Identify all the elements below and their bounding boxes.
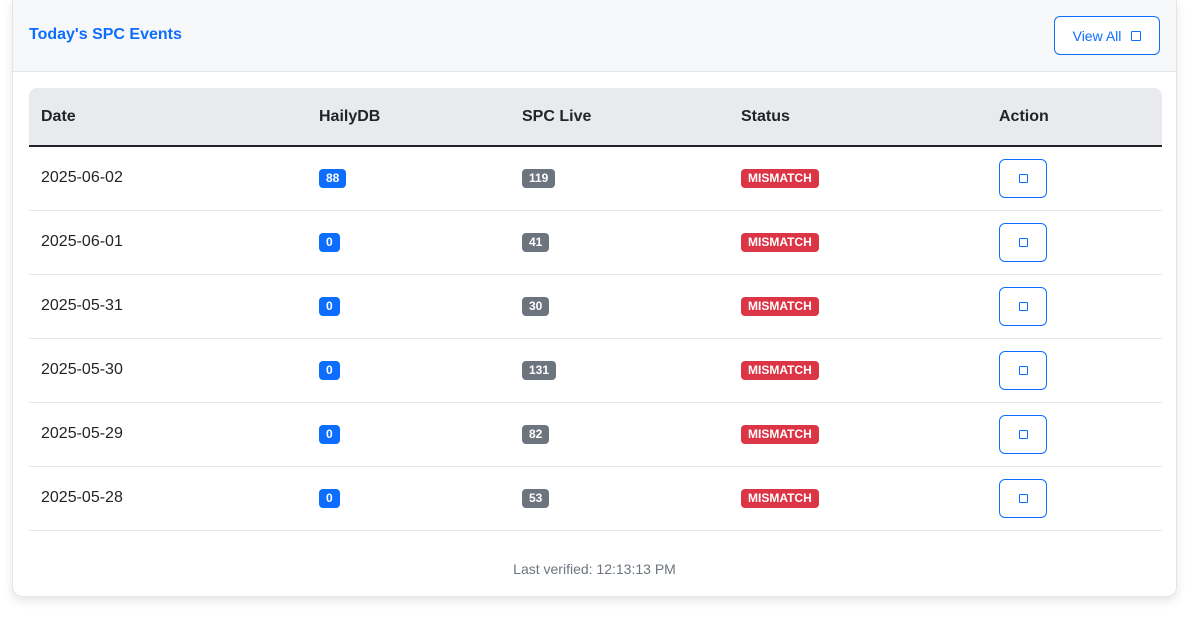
- action-cell: [987, 338, 1162, 403]
- status-cell: MISMATCH: [729, 466, 987, 531]
- status-cell: MISMATCH: [729, 146, 987, 211]
- square-icon: [1131, 30, 1142, 41]
- status-badge: MISMATCH: [741, 488, 819, 508]
- hailydb-cell: 0: [307, 402, 510, 467]
- column-header-spc-live: SPC Live: [510, 88, 729, 147]
- view-all-button[interactable]: View All: [1054, 16, 1160, 55]
- column-header-date: Date: [29, 88, 307, 147]
- status-cell: MISMATCH: [729, 402, 987, 467]
- date-cell: 2025-06-02: [29, 146, 307, 211]
- events-table-wrapper: Date HailyDB SPC Live Status Action 2025…: [29, 88, 1162, 531]
- view-all-label: View All: [1072, 27, 1122, 44]
- spc-live-cell: 30: [510, 274, 729, 339]
- spc-live-cell: 131: [510, 338, 729, 403]
- status-badge: MISMATCH: [741, 168, 819, 188]
- table-row: 2025-05-28 0 53 MISMATCH: [29, 466, 1162, 531]
- action-cell: [987, 210, 1162, 275]
- spc-live-count-badge: 119: [522, 168, 556, 188]
- status-badge: MISMATCH: [741, 360, 819, 380]
- square-icon: [1018, 493, 1028, 503]
- table-row: 2025-05-30 0 131 MISMATCH: [29, 338, 1162, 403]
- table-row: 2025-05-29 0 82 MISMATCH: [29, 402, 1162, 467]
- status-cell: MISMATCH: [729, 338, 987, 403]
- date-cell: 2025-05-31: [29, 274, 307, 339]
- table-header-row: Date HailyDB SPC Live Status Action: [29, 88, 1162, 147]
- status-cell: MISMATCH: [729, 274, 987, 339]
- action-cell: [987, 274, 1162, 339]
- column-header-action: Action: [987, 88, 1162, 147]
- events-table: Date HailyDB SPC Live Status Action 2025…: [29, 88, 1162, 531]
- square-icon: [1018, 237, 1028, 247]
- column-header-status: Status: [729, 88, 987, 147]
- date-cell: 2025-05-29: [29, 402, 307, 467]
- status-badge: MISMATCH: [741, 296, 819, 316]
- hailydb-cell: 88: [307, 146, 510, 211]
- card-header: Today's SPC Events View All: [13, 0, 1176, 72]
- square-icon: [1018, 365, 1028, 375]
- row-action-button[interactable]: [999, 222, 1047, 262]
- hailydb-cell: 0: [307, 466, 510, 531]
- status-badge: MISMATCH: [741, 424, 819, 444]
- hailydb-cell: 0: [307, 274, 510, 339]
- spc-live-cell: 119: [510, 146, 729, 211]
- status-badge: MISMATCH: [741, 232, 819, 252]
- action-cell: [987, 146, 1162, 211]
- hailydb-count-badge: 0: [319, 360, 340, 380]
- spc-live-cell: 82: [510, 402, 729, 467]
- hailydb-count-badge: 0: [319, 488, 340, 508]
- row-action-button[interactable]: [999, 350, 1047, 390]
- spc-events-card: Today's SPC Events View All Date HailyDB…: [12, 0, 1177, 597]
- hailydb-count-badge: 0: [319, 424, 340, 444]
- hailydb-count-badge: 0: [319, 232, 340, 252]
- spc-live-count-badge: 53: [522, 488, 550, 508]
- spc-live-cell: 53: [510, 466, 729, 531]
- hailydb-cell: 0: [307, 210, 510, 275]
- table-row: 2025-06-02 88 119 MISMATCH: [29, 146, 1162, 211]
- square-icon: [1018, 301, 1028, 311]
- card-title: Today's SPC Events: [29, 26, 182, 43]
- row-action-button[interactable]: [999, 478, 1047, 518]
- date-cell: 2025-05-30: [29, 338, 307, 403]
- table-row: 2025-05-31 0 30 MISMATCH: [29, 274, 1162, 339]
- column-header-hailydb: HailyDB: [307, 88, 510, 147]
- spc-live-cell: 41: [510, 210, 729, 275]
- table-row: 2025-06-01 0 41 MISMATCH: [29, 210, 1162, 275]
- date-cell: 2025-05-28: [29, 466, 307, 531]
- action-cell: [987, 402, 1162, 467]
- row-action-button[interactable]: [999, 158, 1047, 198]
- hailydb-cell: 0: [307, 338, 510, 403]
- spc-live-count-badge: 30: [522, 296, 550, 316]
- hailydb-count-badge: 0: [319, 296, 340, 316]
- last-verified-text: Last verified: 12:13:13 PM: [513, 561, 676, 577]
- status-cell: MISMATCH: [729, 210, 987, 275]
- spc-live-count-badge: 82: [522, 424, 550, 444]
- row-action-button[interactable]: [999, 286, 1047, 326]
- row-action-button[interactable]: [999, 414, 1047, 454]
- square-icon: [1018, 173, 1028, 183]
- date-cell: 2025-06-01: [29, 210, 307, 275]
- hailydb-count-badge: 88: [319, 168, 347, 188]
- action-cell: [987, 466, 1162, 531]
- square-icon: [1018, 429, 1028, 439]
- spc-live-count-badge: 41: [522, 232, 550, 252]
- spc-live-count-badge: 131: [522, 360, 557, 380]
